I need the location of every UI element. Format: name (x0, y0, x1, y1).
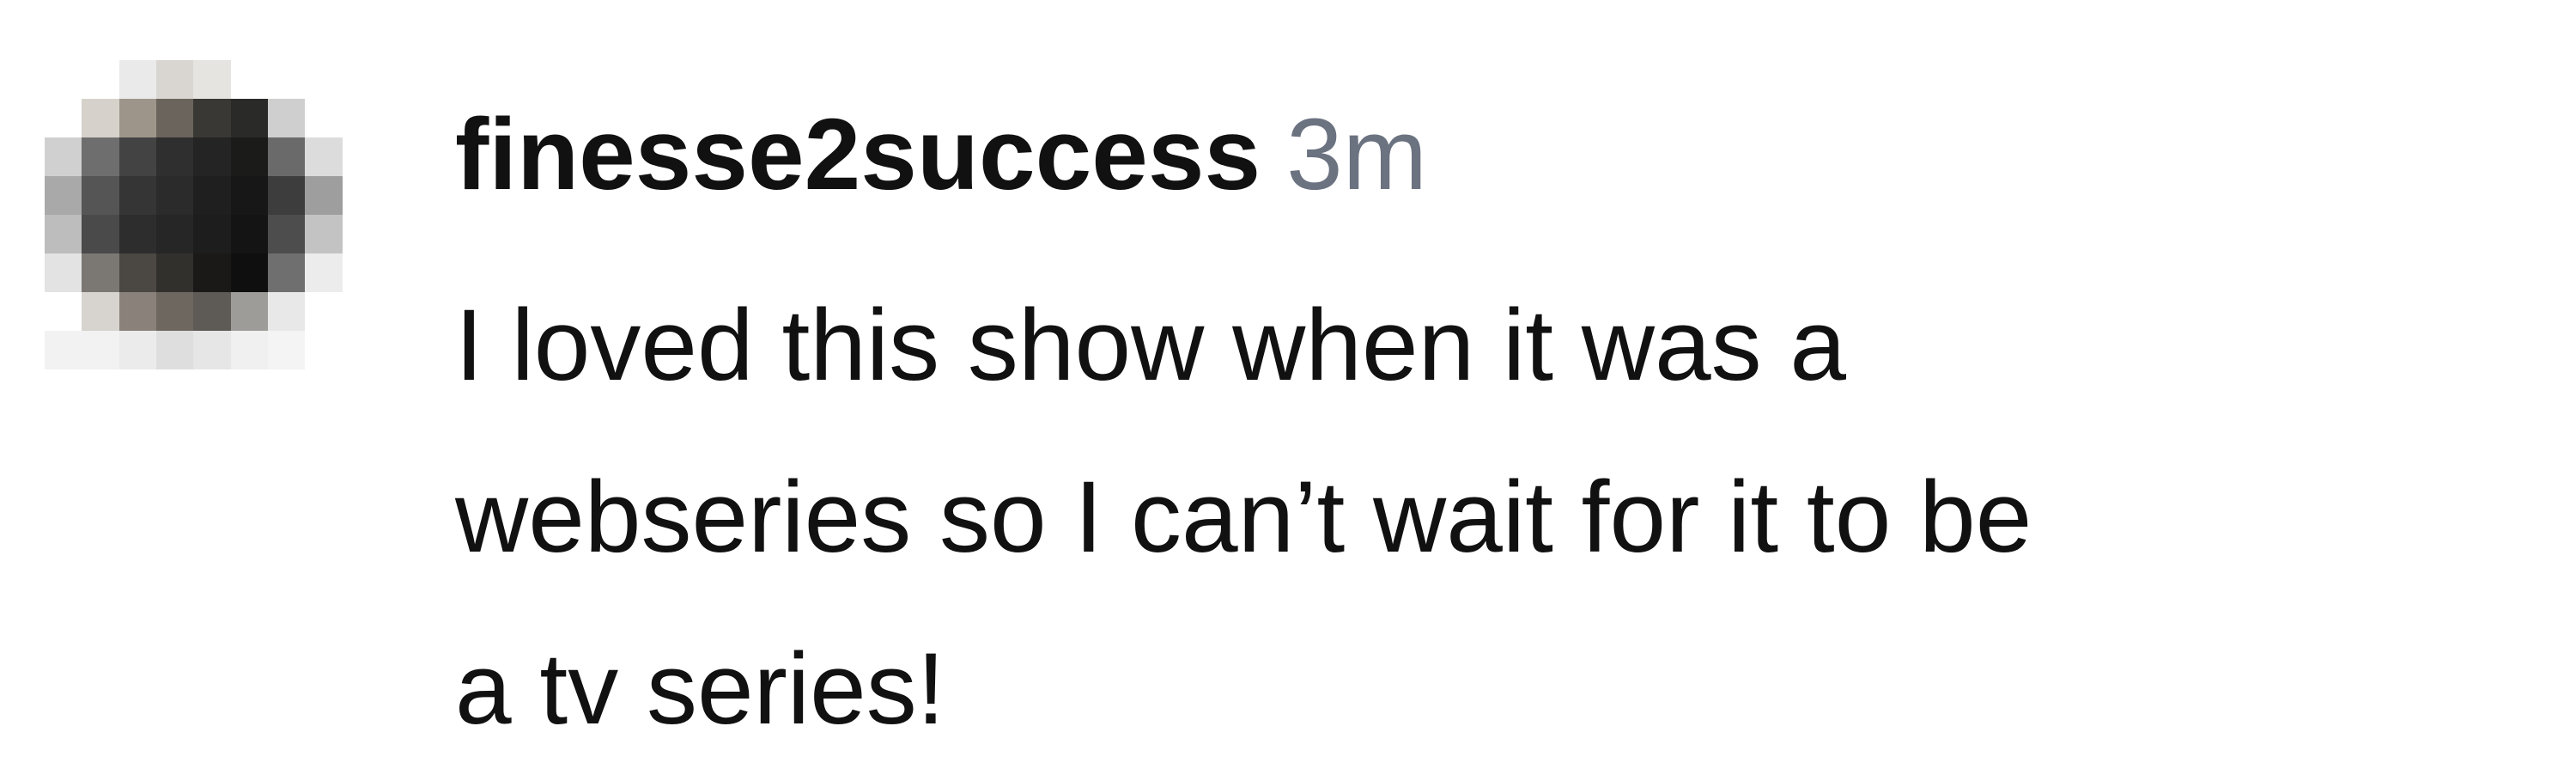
comment: finesse2success 3m I loved this show whe… (0, 0, 2576, 772)
comment-text: I loved this show when it was a webserie… (455, 259, 2542, 775)
avatar-pixel (305, 215, 343, 253)
avatar-pixel (305, 99, 343, 137)
avatar-pixel (230, 292, 268, 331)
avatar-pixel (82, 369, 119, 408)
avatar-pixel (230, 369, 268, 408)
avatar-pixel (267, 176, 306, 215)
avatar-pixel (45, 60, 82, 99)
avatar-pixel (45, 215, 82, 253)
avatar-pixel (155, 331, 194, 369)
avatar-pixel (267, 137, 306, 176)
avatar-pixel (118, 253, 156, 292)
avatar-pixel (305, 137, 343, 176)
avatar-pixel (267, 99, 306, 137)
avatar-pixel (155, 176, 194, 215)
avatar-pixel (342, 137, 380, 176)
avatar-pixel (193, 137, 231, 176)
avatar-pixel (155, 253, 194, 292)
avatar-pixel (267, 60, 306, 99)
avatar-pixel (342, 253, 380, 292)
avatar-pixel (305, 60, 343, 99)
avatar-pixel (230, 253, 268, 292)
avatar-pixel (193, 369, 231, 408)
username[interactable]: finesse2success (455, 96, 1261, 213)
avatar-pixel (155, 215, 194, 253)
avatar-pixel (342, 369, 380, 408)
avatar-pixel (118, 176, 156, 215)
avatar-pixel (267, 331, 306, 369)
avatar-pixel (82, 253, 119, 292)
timestamp: 3m (1286, 98, 1428, 211)
avatar-pixel (82, 331, 119, 369)
avatar-pixel (45, 137, 82, 176)
comment-text-line: I loved this show when it was a (455, 289, 1847, 402)
avatar-pixel (267, 369, 306, 408)
avatar-pixel (118, 331, 156, 369)
avatar-pixel (45, 253, 82, 292)
avatar-pixel (267, 292, 306, 331)
avatar-pixel (118, 369, 156, 408)
avatar-pixel (45, 331, 82, 369)
avatar-pixel (118, 99, 156, 137)
avatar-pixel (45, 99, 82, 137)
avatar-pixel (193, 176, 231, 215)
avatar-pixel (155, 60, 194, 99)
avatar-pixel (267, 253, 306, 292)
avatar-pixel (230, 331, 268, 369)
avatar-pixel (82, 292, 119, 331)
avatar-pixel (305, 331, 343, 369)
comment-text-line: webseries so I can’t wait for it to be (455, 461, 2032, 574)
avatar-pixel (342, 292, 380, 331)
avatar-pixel (118, 215, 156, 253)
avatar-pixel (118, 60, 156, 99)
avatar-pixel (305, 292, 343, 331)
avatar-pixel (193, 253, 231, 292)
avatar-pixel (155, 292, 194, 331)
avatar-pixel (155, 369, 194, 408)
comment-header: finesse2success 3m (455, 96, 2559, 225)
avatar-pixel (230, 60, 268, 99)
avatar-pixel (193, 215, 231, 253)
avatar-pixel (82, 99, 119, 137)
avatar-pixel (230, 215, 268, 253)
avatar-pixel (342, 331, 380, 369)
avatar-pixel (118, 137, 156, 176)
avatar-pixel (342, 215, 380, 253)
avatar-pixel (45, 176, 82, 215)
avatar-pixel (230, 137, 268, 176)
avatar-pixel (305, 253, 343, 292)
avatar-pixel (45, 292, 82, 331)
avatar-pixel (230, 99, 268, 137)
avatar-pixel (342, 99, 380, 137)
avatar-pixel (193, 292, 231, 331)
avatar-pixel (305, 176, 343, 215)
avatar-pixel (155, 99, 194, 137)
avatar-pixel (82, 60, 119, 99)
avatar[interactable] (45, 60, 380, 408)
avatar-pixel (82, 215, 119, 253)
avatar-pixel (267, 215, 306, 253)
comment-text-line: a tv series! (455, 632, 945, 746)
avatar-pixel (82, 137, 119, 176)
avatar-pixel (82, 176, 119, 215)
avatar-pixel (305, 369, 343, 408)
avatar-pixel (193, 331, 231, 369)
comment-body: finesse2success 3m I loved this show whe… (455, 96, 2559, 775)
avatar-pixel (155, 137, 194, 176)
avatar-pixel (118, 292, 156, 331)
avatar-pixel (193, 60, 231, 99)
avatar-pixel (342, 176, 380, 215)
avatar-pixel (45, 369, 82, 408)
avatar-pixel (342, 60, 380, 99)
avatar-pixel (193, 99, 231, 137)
avatar-pixel (230, 176, 268, 215)
